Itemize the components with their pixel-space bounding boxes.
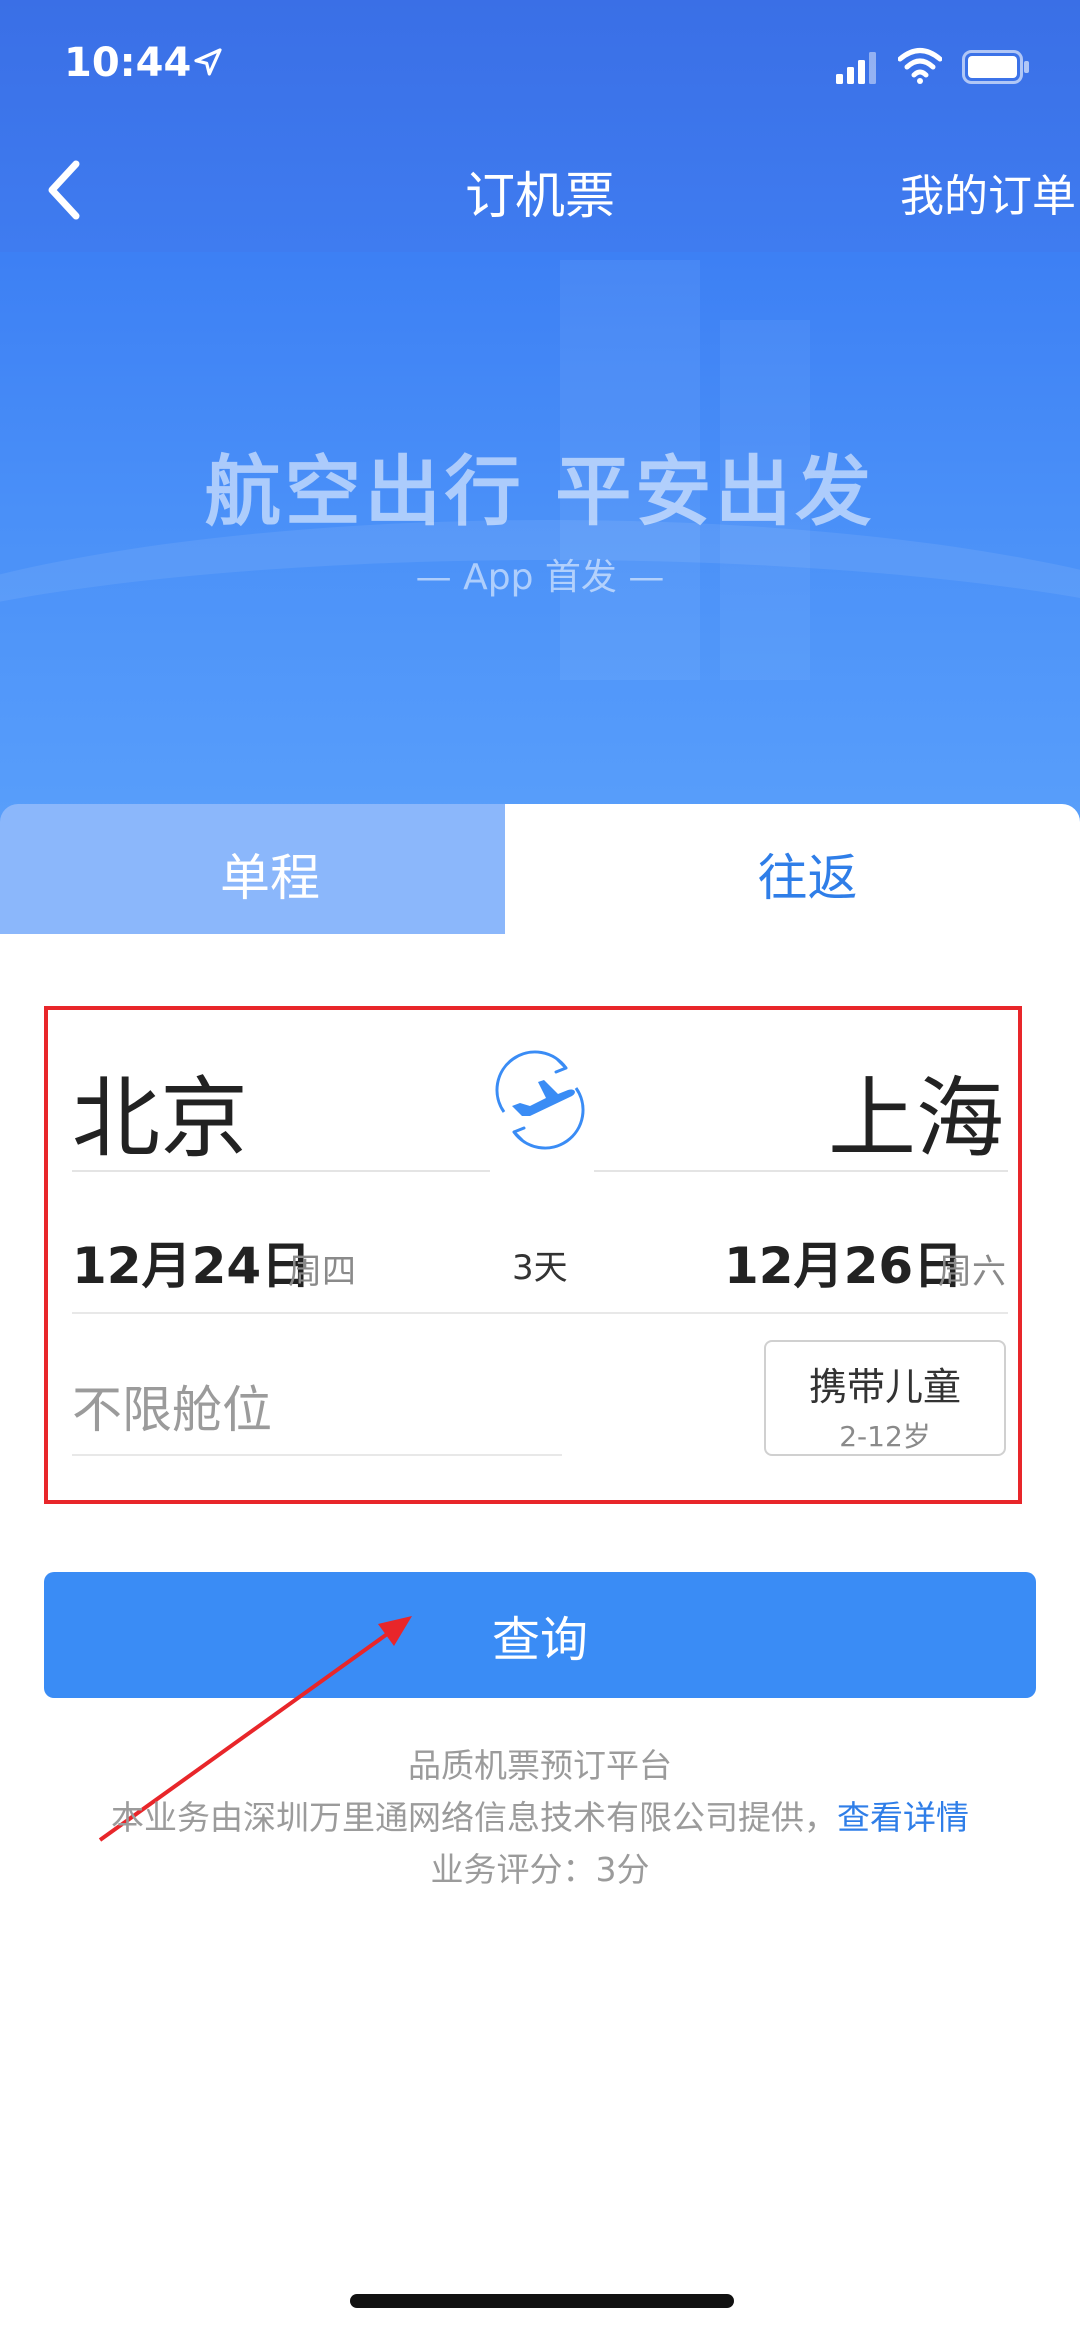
divider: [594, 1170, 1008, 1172]
with-children-button[interactable]: 携带儿童 2-12岁: [764, 1340, 1006, 1456]
cellular-signal-icon: [836, 52, 876, 84]
departure-city[interactable]: 北京: [72, 1048, 248, 1175]
footer-provider-text: 本业务由深圳万里通网络信息技术有限公司提供，: [111, 1798, 837, 1837]
banner-slogan: 航空出行 平安出发: [204, 447, 876, 536]
departure-weekday: 周四: [288, 1252, 356, 1292]
footer-info: 品质机票预订平台 本业务由深圳万里通网络信息技术有限公司提供，查看详情 业务评分…: [0, 1740, 1080, 1896]
trip-duration: 3天: [512, 1248, 568, 1288]
return-weekday: 周六: [938, 1252, 1006, 1292]
wifi-icon: [898, 48, 942, 84]
tab-one-way-label[interactable]: 单程: [0, 838, 540, 910]
divider: [72, 1170, 490, 1172]
divider: [72, 1312, 1008, 1314]
departure-date[interactable]: 12月24日: [72, 1226, 311, 1298]
footer-platform-text: 品质机票预订平台: [408, 1746, 672, 1785]
swap-cities-plane-icon[interactable]: [486, 1046, 594, 1154]
footer-provider-line: 本业务由深圳万里通网络信息技术有限公司提供，查看详情: [0, 1792, 1080, 1844]
tab-round-trip-label[interactable]: 往返: [505, 838, 1080, 910]
home-indicator[interactable]: [350, 2294, 734, 2308]
trip-type-tabs: 单程 往返: [0, 804, 1080, 934]
my-orders-link[interactable]: 我的订单: [900, 160, 1076, 224]
location-arrow-icon: [194, 48, 222, 76]
arrival-city[interactable]: 上海: [828, 1048, 1004, 1175]
banner-subtitle: — App 首发 —: [415, 557, 665, 598]
cabin-class-select[interactable]: 不限舱位: [72, 1370, 272, 1442]
with-children-label: 携带儿童: [808, 1365, 961, 1409]
divider: [72, 1454, 562, 1456]
view-details-link[interactable]: 查看详情: [837, 1798, 969, 1837]
children-age-range: 2-12岁: [839, 1420, 931, 1453]
return-date[interactable]: 12月26日: [724, 1226, 963, 1298]
status-time: 10:44: [64, 40, 192, 86]
status-bar: 10:44: [0, 0, 1080, 130]
footer-rating-text: 业务评分：3分: [430, 1850, 650, 1889]
battery-icon: [962, 50, 1029, 84]
